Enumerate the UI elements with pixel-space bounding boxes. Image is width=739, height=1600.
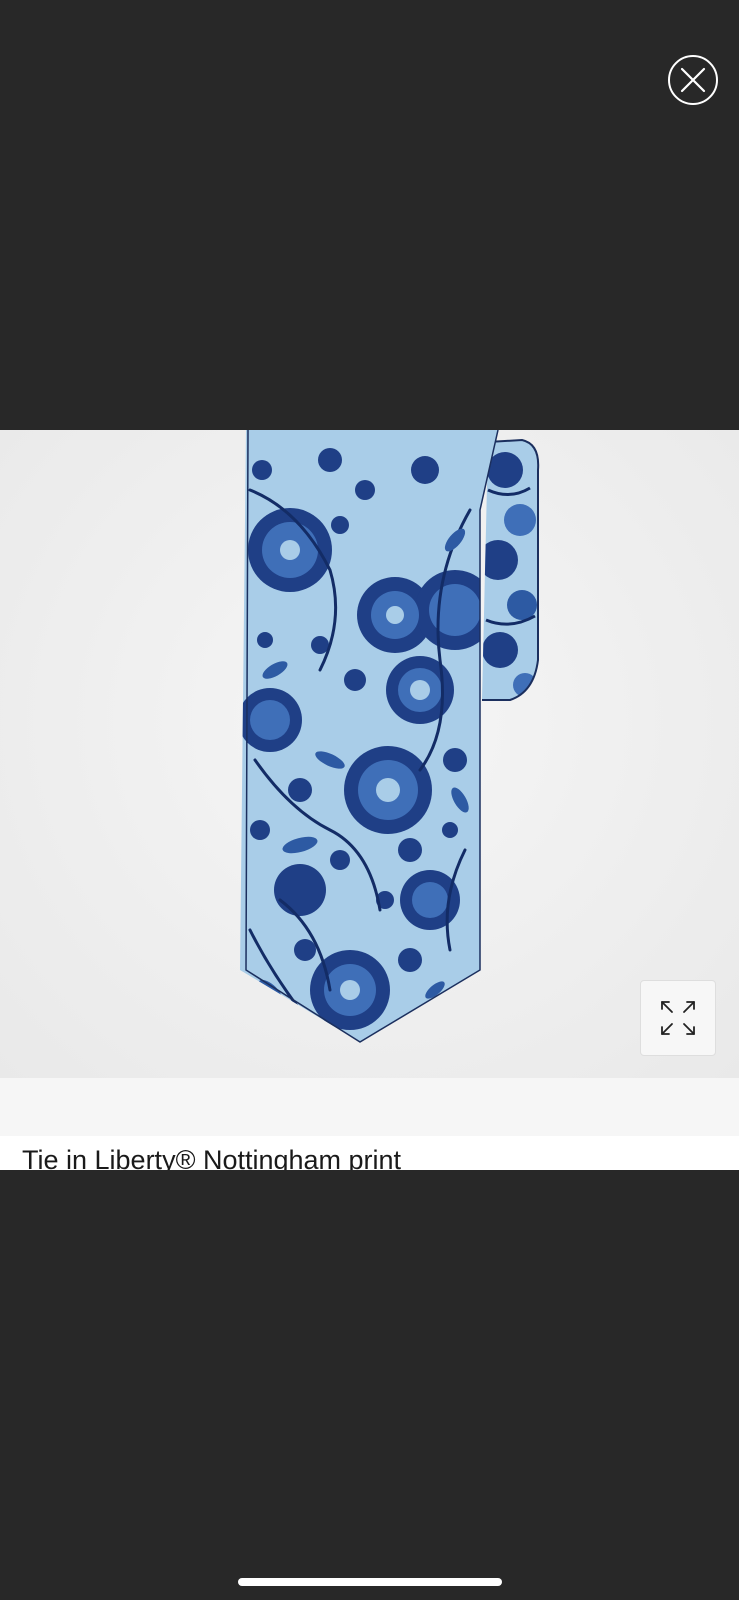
close-button[interactable] <box>668 55 718 105</box>
image-viewer-screen: Tie in Liberty® Nottingham print <box>0 0 739 1600</box>
product-image[interactable] <box>0 430 739 1078</box>
product-title: Tie in Liberty® Nottingham print <box>22 1145 402 1170</box>
image-footer-strip <box>0 1078 739 1136</box>
expand-arrows-icon <box>656 996 700 1040</box>
tie-illustration <box>240 430 540 1043</box>
product-card: Tie in Liberty® Nottingham print <box>0 430 739 1170</box>
expand-button[interactable] <box>640 980 716 1056</box>
close-icon <box>678 65 708 95</box>
home-indicator[interactable] <box>238 1578 502 1586</box>
